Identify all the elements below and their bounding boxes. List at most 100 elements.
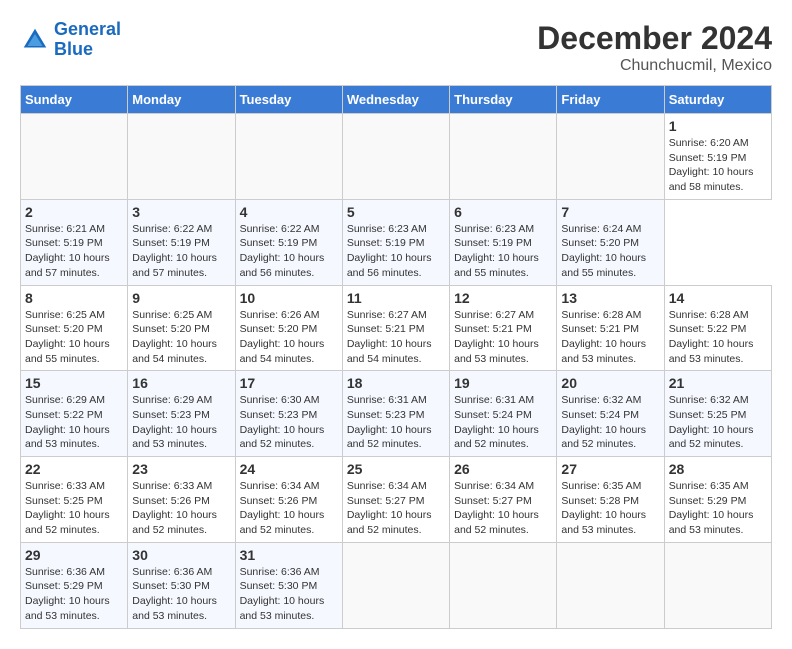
calendar-cell: 2 Sunrise: 6:21 AM Sunset: 5:19 PM Dayli… [21,199,128,285]
calendar-week-4: 22 Sunrise: 6:33 AM Sunset: 5:25 PM Dayl… [21,457,772,543]
calendar-cell: 4 Sunrise: 6:22 AM Sunset: 5:19 PM Dayli… [235,199,342,285]
calendar-week-3: 15 Sunrise: 6:29 AM Sunset: 5:22 PM Dayl… [21,371,772,457]
day-info: Sunrise: 6:21 AM Sunset: 5:19 PM Dayligh… [25,222,123,281]
calendar-cell: 26 Sunrise: 6:34 AM Sunset: 5:27 PM Dayl… [450,457,557,543]
day-number: 4 [240,204,338,220]
calendar-cell: 1 Sunrise: 6:20 AM Sunset: 5:19 PM Dayli… [664,114,771,200]
header-row: SundayMondayTuesdayWednesdayThursdayFrid… [21,86,772,114]
location-subtitle: Chunchucmil, Mexico [537,57,772,75]
calendar-cell: 11 Sunrise: 6:27 AM Sunset: 5:21 PM Dayl… [342,285,449,371]
day-number: 9 [132,290,230,306]
calendar-cell: 29 Sunrise: 6:36 AM Sunset: 5:29 PM Dayl… [21,542,128,628]
day-number: 8 [25,290,123,306]
day-info: Sunrise: 6:34 AM Sunset: 5:26 PM Dayligh… [240,479,338,538]
page-header: General Blue December 2024 Chunchucmil, … [20,20,772,75]
calendar-cell: 8 Sunrise: 6:25 AM Sunset: 5:20 PM Dayli… [21,285,128,371]
day-info: Sunrise: 6:26 AM Sunset: 5:20 PM Dayligh… [240,308,338,367]
day-info: Sunrise: 6:24 AM Sunset: 5:20 PM Dayligh… [561,222,659,281]
day-number: 17 [240,375,338,391]
header-wednesday: Wednesday [342,86,449,114]
day-number: 5 [347,204,445,220]
calendar-cell: 20 Sunrise: 6:32 AM Sunset: 5:24 PM Dayl… [557,371,664,457]
calendar-cell: 7 Sunrise: 6:24 AM Sunset: 5:20 PM Dayli… [557,199,664,285]
calendar-cell: 30 Sunrise: 6:36 AM Sunset: 5:30 PM Dayl… [128,542,235,628]
calendar-cell: 31 Sunrise: 6:36 AM Sunset: 5:30 PM Dayl… [235,542,342,628]
day-info: Sunrise: 6:22 AM Sunset: 5:19 PM Dayligh… [132,222,230,281]
day-number: 30 [132,547,230,563]
logo-text: General Blue [54,20,121,60]
calendar-cell: 16 Sunrise: 6:29 AM Sunset: 5:23 PM Dayl… [128,371,235,457]
day-info: Sunrise: 6:23 AM Sunset: 5:19 PM Dayligh… [347,222,445,281]
day-info: Sunrise: 6:25 AM Sunset: 5:20 PM Dayligh… [25,308,123,367]
calendar-cell [557,114,664,200]
calendar-cell [664,542,771,628]
calendar-cell [128,114,235,200]
calendar-cell: 24 Sunrise: 6:34 AM Sunset: 5:26 PM Dayl… [235,457,342,543]
logo-line1: General [54,19,121,39]
calendar-cell: 21 Sunrise: 6:32 AM Sunset: 5:25 PM Dayl… [664,371,771,457]
header-thursday: Thursday [450,86,557,114]
day-number: 1 [669,118,767,134]
day-info: Sunrise: 6:31 AM Sunset: 5:23 PM Dayligh… [347,393,445,452]
day-info: Sunrise: 6:20 AM Sunset: 5:19 PM Dayligh… [669,136,767,195]
calendar-cell: 6 Sunrise: 6:23 AM Sunset: 5:19 PM Dayli… [450,199,557,285]
day-number: 12 [454,290,552,306]
calendar-cell [342,542,449,628]
day-number: 15 [25,375,123,391]
day-info: Sunrise: 6:36 AM Sunset: 5:30 PM Dayligh… [240,565,338,624]
day-info: Sunrise: 6:29 AM Sunset: 5:23 PM Dayligh… [132,393,230,452]
title-area: December 2024 Chunchucmil, Mexico [537,20,772,75]
day-number: 18 [347,375,445,391]
calendar-header: SundayMondayTuesdayWednesdayThursdayFrid… [21,86,772,114]
day-info: Sunrise: 6:34 AM Sunset: 5:27 PM Dayligh… [454,479,552,538]
day-number: 14 [669,290,767,306]
calendar-cell: 19 Sunrise: 6:31 AM Sunset: 5:24 PM Dayl… [450,371,557,457]
day-info: Sunrise: 6:22 AM Sunset: 5:19 PM Dayligh… [240,222,338,281]
day-number: 20 [561,375,659,391]
day-info: Sunrise: 6:35 AM Sunset: 5:29 PM Dayligh… [669,479,767,538]
day-number: 16 [132,375,230,391]
calendar-cell: 23 Sunrise: 6:33 AM Sunset: 5:26 PM Dayl… [128,457,235,543]
calendar-week-2: 8 Sunrise: 6:25 AM Sunset: 5:20 PM Dayli… [21,285,772,371]
day-number: 10 [240,290,338,306]
header-friday: Friday [557,86,664,114]
day-info: Sunrise: 6:33 AM Sunset: 5:25 PM Dayligh… [25,479,123,538]
day-info: Sunrise: 6:23 AM Sunset: 5:19 PM Dayligh… [454,222,552,281]
day-number: 21 [669,375,767,391]
day-number: 11 [347,290,445,306]
day-info: Sunrise: 6:35 AM Sunset: 5:28 PM Dayligh… [561,479,659,538]
day-number: 27 [561,461,659,477]
day-number: 22 [25,461,123,477]
calendar-cell: 28 Sunrise: 6:35 AM Sunset: 5:29 PM Dayl… [664,457,771,543]
month-title: December 2024 [537,20,772,57]
calendar-cell [450,542,557,628]
day-number: 19 [454,375,552,391]
calendar-cell [21,114,128,200]
calendar-cell [557,542,664,628]
day-info: Sunrise: 6:28 AM Sunset: 5:22 PM Dayligh… [669,308,767,367]
calendar-cell: 14 Sunrise: 6:28 AM Sunset: 5:22 PM Dayl… [664,285,771,371]
header-sunday: Sunday [21,86,128,114]
day-number: 24 [240,461,338,477]
calendar-week-0: 1 Sunrise: 6:20 AM Sunset: 5:19 PM Dayli… [21,114,772,200]
day-number: 3 [132,204,230,220]
calendar-cell [235,114,342,200]
day-number: 23 [132,461,230,477]
calendar-table: SundayMondayTuesdayWednesdayThursdayFrid… [20,85,772,629]
calendar-cell: 13 Sunrise: 6:28 AM Sunset: 5:21 PM Dayl… [557,285,664,371]
day-info: Sunrise: 6:36 AM Sunset: 5:30 PM Dayligh… [132,565,230,624]
day-info: Sunrise: 6:27 AM Sunset: 5:21 PM Dayligh… [454,308,552,367]
day-number: 28 [669,461,767,477]
day-info: Sunrise: 6:29 AM Sunset: 5:22 PM Dayligh… [25,393,123,452]
day-info: Sunrise: 6:33 AM Sunset: 5:26 PM Dayligh… [132,479,230,538]
day-number: 6 [454,204,552,220]
calendar-body: 1 Sunrise: 6:20 AM Sunset: 5:19 PM Dayli… [21,114,772,629]
calendar-cell [450,114,557,200]
day-info: Sunrise: 6:32 AM Sunset: 5:25 PM Dayligh… [669,393,767,452]
logo-line2: Blue [54,40,121,60]
calendar-cell: 27 Sunrise: 6:35 AM Sunset: 5:28 PM Dayl… [557,457,664,543]
calendar-cell: 25 Sunrise: 6:34 AM Sunset: 5:27 PM Dayl… [342,457,449,543]
logo-icon [20,25,50,55]
day-info: Sunrise: 6:31 AM Sunset: 5:24 PM Dayligh… [454,393,552,452]
calendar-cell: 12 Sunrise: 6:27 AM Sunset: 5:21 PM Dayl… [450,285,557,371]
